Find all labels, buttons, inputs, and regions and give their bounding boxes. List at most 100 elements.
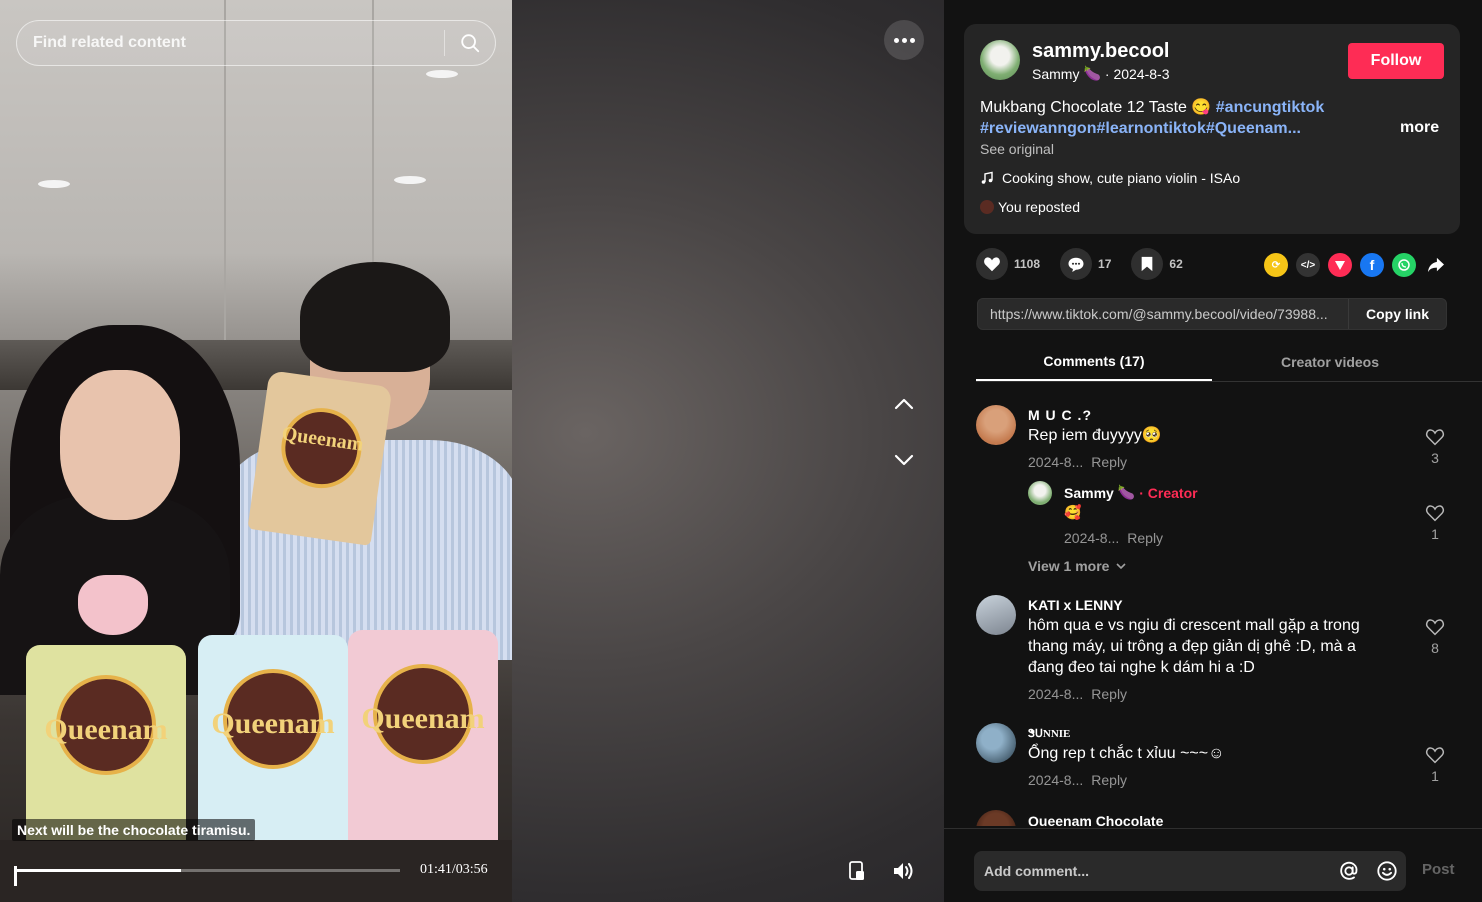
- music-note-icon: [981, 171, 993, 184]
- volume-icon: [894, 863, 913, 879]
- commenter-name[interactable]: KATI x LENNY: [1028, 597, 1123, 613]
- author-nickname[interactable]: Sammy: [1032, 66, 1079, 82]
- search-input[interactable]: [17, 34, 444, 52]
- facebook-icon[interactable]: f: [1360, 253, 1384, 277]
- creator-avatar[interactable]: [1028, 481, 1052, 505]
- comment-date: 2024-8...: [1028, 454, 1084, 470]
- share-url[interactable]: https://www.tiktok.com/@sammy.becool/vid…: [978, 306, 1348, 322]
- comment-icon: [1068, 257, 1084, 272]
- mention-button[interactable]: [1330, 852, 1368, 890]
- comment-like-button[interactable]: 3: [1423, 428, 1447, 466]
- previous-video-button[interactable]: [884, 384, 924, 424]
- comment-count: 17: [1098, 257, 1112, 271]
- creator-badge: · Creator: [1139, 484, 1198, 501]
- like-button[interactable]: 1108: [976, 248, 1040, 280]
- search-button[interactable]: [445, 21, 495, 65]
- progress-bar[interactable]: [16, 869, 400, 872]
- reply-button[interactable]: Reply: [1091, 772, 1127, 788]
- next-video-button[interactable]: [884, 440, 924, 480]
- commenter-name[interactable]: Queenam Chocolate: [1028, 813, 1163, 826]
- reply-button[interactable]: Reply: [1091, 454, 1127, 470]
- cabinet-handle: [426, 70, 458, 78]
- strawberry-chocolate-bag: Queenam: [348, 630, 498, 860]
- music-link[interactable]: Cooking show, cute piano violin - ISAo: [980, 170, 1240, 186]
- share-arrow-icon[interactable]: [1424, 253, 1448, 277]
- hashtag-links[interactable]: #reviewanngon#learnontiktok#Queenam...: [980, 120, 1301, 137]
- post-description: Mukbang Chocolate 12 Taste 😋 #ancungtikt…: [980, 97, 1380, 139]
- comment-meta: 2024-8... Reply: [1028, 772, 1127, 788]
- search-bar[interactable]: [16, 20, 496, 66]
- more-options-button[interactable]: [884, 20, 924, 60]
- emoji-button[interactable]: [1368, 852, 1406, 890]
- comment-input[interactable]: [974, 863, 1330, 879]
- view-more-replies-button[interactable]: View 1 more: [1028, 558, 1127, 574]
- description-more-button[interactable]: more: [1400, 119, 1439, 137]
- reply-button[interactable]: Reply: [1091, 686, 1127, 702]
- share-link-box: https://www.tiktok.com/@sammy.becool/vid…: [977, 298, 1447, 330]
- mini-player-icon: [849, 861, 864, 880]
- reply-author-name[interactable]: Sammy: [1064, 485, 1114, 501]
- cabinet-handle: [394, 176, 426, 184]
- comment-meta: 2024-8... Reply: [1028, 686, 1127, 702]
- comment-date: 2024-8...: [1028, 772, 1084, 788]
- commenter-name[interactable]: ᏕᑌNNIE: [1028, 727, 1070, 741]
- post-comment-button[interactable]: Post: [1422, 861, 1455, 878]
- follow-button[interactable]: Follow: [1348, 43, 1444, 79]
- reply-author: Sammy 🍆 · Creator: [1064, 484, 1198, 501]
- at-sign-icon: [1340, 861, 1358, 880]
- comment-button[interactable]: 17: [1060, 248, 1111, 280]
- comment-input-box[interactable]: [974, 851, 1406, 891]
- eggplant-icon: 🍆: [1083, 65, 1101, 81]
- post-title: Mukbang Chocolate 12 Taste 😋: [980, 99, 1216, 116]
- comment-like-count: 8: [1431, 640, 1439, 656]
- held-chocolate-bag: Queenam: [247, 370, 393, 546]
- repost-share-icon[interactable]: ⟳: [1264, 253, 1288, 277]
- comment-text: Ổng rep t chắc t xỉuu ~~~☺: [1028, 745, 1225, 762]
- author-username[interactable]: sammy.becool: [1032, 40, 1169, 63]
- video-frame[interactable]: Queenam Queenam Queenam Queenam: [0, 0, 512, 902]
- chevron-down-icon: [1116, 563, 1127, 570]
- send-to-friends-icon[interactable]: [1328, 253, 1352, 277]
- comment-like-button[interactable]: 8: [1423, 618, 1447, 656]
- hashtag-link[interactable]: #ancungtiktok: [1216, 99, 1324, 116]
- like-count: 1108: [1014, 257, 1041, 271]
- floating-player-button[interactable]: [844, 858, 870, 884]
- shirt-heart-print: [78, 575, 148, 635]
- comment-list[interactable]: M U C .? Rep iem đuyyyy🥺 2024-8... Reply…: [944, 392, 1482, 826]
- reply-text: 🥰: [1064, 504, 1082, 520]
- commenter-name[interactable]: M U C .?: [1028, 407, 1092, 423]
- commenter-avatar[interactable]: [976, 405, 1016, 445]
- progress-handle[interactable]: [14, 866, 17, 886]
- whatsapp-icon[interactable]: [1392, 253, 1416, 277]
- progress-fill: [16, 869, 182, 872]
- man-hair: [300, 262, 450, 372]
- save-button[interactable]: 62: [1131, 248, 1183, 280]
- reply-like-count: 1: [1431, 526, 1439, 542]
- comment-like-button[interactable]: 1: [1423, 746, 1447, 784]
- author-avatar[interactable]: [980, 40, 1020, 80]
- heart-icon: [984, 257, 1000, 272]
- embed-code-icon[interactable]: </>: [1296, 253, 1320, 277]
- tab-creator-videos[interactable]: Creator videos: [1212, 342, 1448, 381]
- video-player[interactable]: Queenam Queenam Queenam Queenam Find rel…: [0, 0, 944, 902]
- comment-composer: Post: [944, 828, 1482, 902]
- comment-text: Rep iem đuyyyy🥺: [1028, 427, 1162, 444]
- emoji-icon: [1377, 861, 1397, 881]
- volume-button[interactable]: [890, 858, 916, 884]
- commenter-avatar[interactable]: [976, 723, 1016, 763]
- tab-comments[interactable]: Comments (17): [976, 342, 1212, 381]
- commenter-avatar[interactable]: [976, 595, 1016, 635]
- chevron-down-icon: [894, 454, 914, 466]
- woman-face: [60, 370, 180, 520]
- author-subline: Sammy 🍆 · 2024-8-3: [1032, 65, 1169, 82]
- commenter-avatar[interactable]: [976, 810, 1016, 826]
- heart-outline-icon: [1425, 747, 1445, 764]
- reply-like-button[interactable]: 1: [1423, 504, 1447, 542]
- copy-link-button[interactable]: Copy link: [1348, 299, 1446, 329]
- comment-text: hôm qua e vs ngiu đi crescent mall gặp a…: [1028, 617, 1360, 676]
- reply-meta: 2024-8... Reply: [1064, 530, 1163, 546]
- reply-button[interactable]: Reply: [1127, 530, 1163, 546]
- see-original-link[interactable]: See original: [980, 141, 1054, 157]
- chevron-up-icon: [894, 398, 914, 410]
- engagement-actions: 1108 17 62: [976, 248, 1203, 280]
